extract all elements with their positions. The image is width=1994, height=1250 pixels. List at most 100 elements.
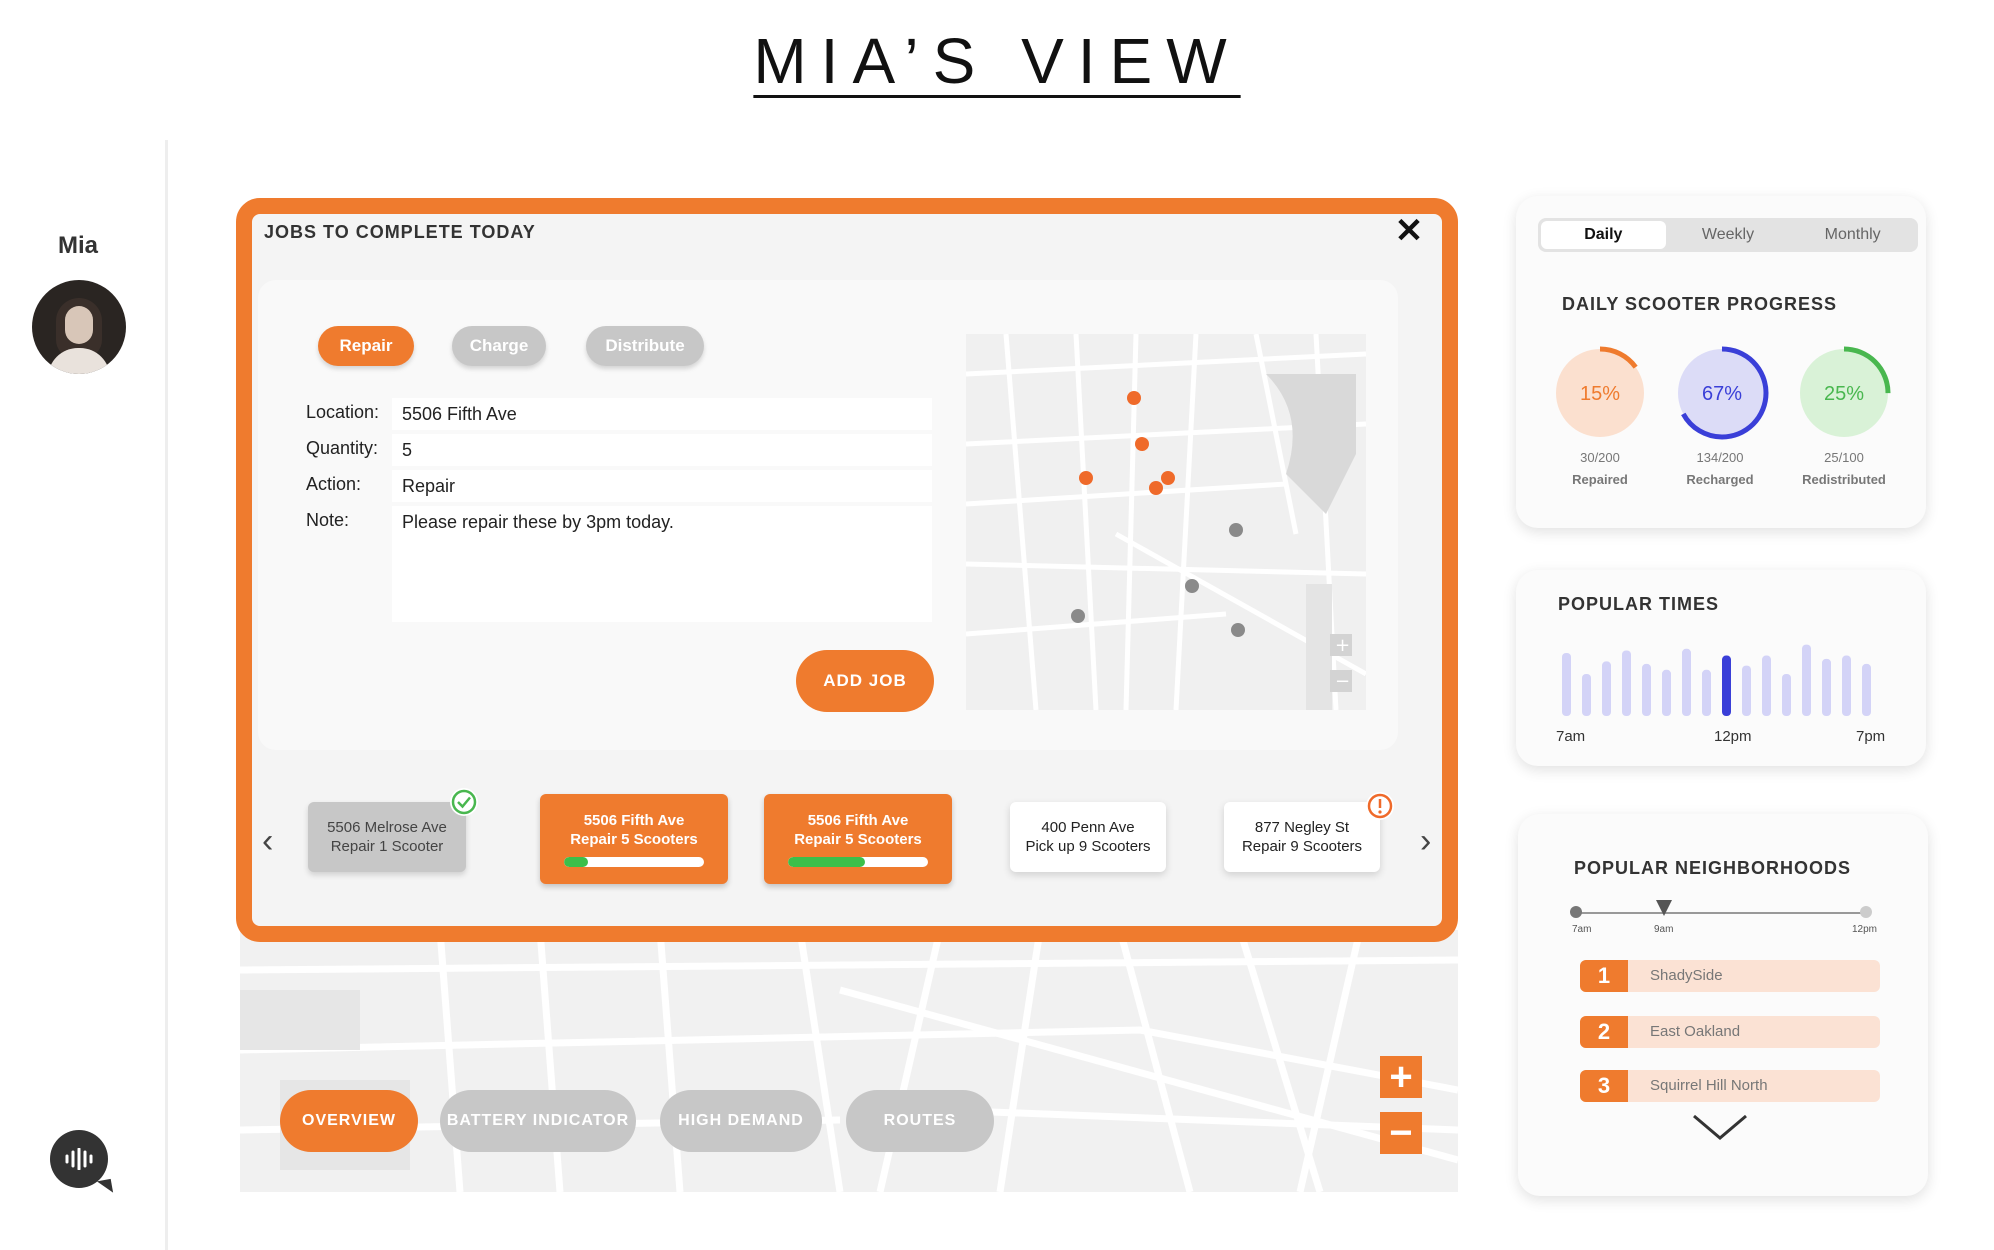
- queue-card-task: Repair 1 Scooter: [330, 838, 444, 855]
- time-slider-end[interactable]: [1860, 906, 1872, 918]
- neighborhood-rank: 2: [1580, 1016, 1628, 1048]
- popular-times-bar: [1742, 665, 1751, 716]
- note-field[interactable]: Please repair these by 3pm today.: [392, 506, 932, 622]
- ring-fraction: 25/100: [1824, 450, 1864, 465]
- queue-card[interactable]: 5506 Melrose Ave Repair 1 Scooter: [308, 802, 466, 872]
- queue-card[interactable]: 5506 Fifth Ave Repair 5 Scooters: [540, 794, 728, 884]
- popular-times-bar: [1702, 669, 1711, 716]
- popular-times-bar: [1862, 663, 1871, 716]
- user-name: Mia: [57, 232, 98, 259]
- progress-title: DAILY SCOOTER PROGRESS: [1562, 294, 1838, 314]
- popular-times-bar: [1602, 661, 1611, 716]
- queue-card-task: Repair 9 Scooters: [1241, 838, 1363, 855]
- ring-label: Recharged: [1686, 472, 1754, 487]
- add-job-button[interactable]: ADD JOB: [796, 650, 934, 712]
- queue-card-address: 5506 Fifth Ave: [583, 812, 685, 829]
- timeline-label: 7am: [1572, 924, 1592, 935]
- svg-text:+: +: [1335, 635, 1350, 656]
- time-slider-track[interactable]: [1576, 912, 1866, 914]
- queue-card[interactable]: 5506 Fifth Ave Repair 5 Scooters: [764, 794, 952, 884]
- voice-assistant-icon[interactable]: [50, 1130, 108, 1188]
- note-label: Note:: [306, 510, 350, 530]
- neighborhood-rank: 3: [1580, 1070, 1628, 1102]
- popular-times-bar: [1582, 674, 1591, 716]
- queue-card-address: 5506 Fifth Ave: [807, 812, 909, 829]
- neighborhood-rank: 1: [1580, 960, 1628, 992]
- queue-card-task: Pick up 9 Scooters: [1025, 838, 1151, 855]
- chevron-down-icon[interactable]: [1690, 1112, 1750, 1147]
- popular-times-bar: [1842, 655, 1851, 716]
- ring-label: Redistributed: [1802, 472, 1886, 487]
- job-progress-bar: [564, 857, 704, 867]
- avatar[interactable]: [32, 280, 126, 374]
- tab-repair[interactable]: Repair: [318, 326, 414, 366]
- queue-card[interactable]: 400 Penn Ave Pick up 9 Scooters: [1010, 802, 1166, 872]
- job-location-map[interactable]: + −: [966, 334, 1366, 710]
- queue-next-icon[interactable]: ›: [1420, 822, 1431, 861]
- popular-times-bar: [1822, 658, 1831, 716]
- popular-times-bar: [1802, 644, 1811, 716]
- neighborhoods-title: POPULAR NEIGHBORHOODS: [1574, 858, 1852, 878]
- queue-prev-icon[interactable]: ‹: [262, 822, 273, 861]
- neighborhood-item[interactable]: 3 Squirrel Hill North: [1580, 1070, 1880, 1102]
- mode-high-demand-button[interactable]: HIGH DEMAND: [660, 1090, 822, 1152]
- ring-percent: 25%: [1824, 383, 1864, 405]
- timeline-label: 12pm: [1852, 924, 1878, 935]
- action-label: Action:: [306, 474, 362, 494]
- queue-card-address: 877 Negley St: [1254, 819, 1350, 836]
- svg-text:−: −: [1335, 671, 1350, 692]
- jobs-title: JOBS TO COMPLETE TODAY: [264, 222, 536, 242]
- location-label: Location:: [306, 402, 380, 422]
- tab-charge[interactable]: Charge: [452, 326, 546, 366]
- overview-map[interactable]: [240, 930, 1458, 1192]
- popular-times-bar: [1682, 648, 1691, 716]
- neighborhood-item[interactable]: 2 East Oakland: [1580, 1016, 1880, 1048]
- ring-label: Repaired: [1572, 472, 1628, 487]
- neighborhood-name: East Oakland: [1650, 1023, 1741, 1040]
- queue-card-task: Repair 5 Scooters: [570, 831, 698, 848]
- tab-distribute[interactable]: Distribute: [586, 326, 704, 366]
- job-progress-bar: [788, 857, 928, 867]
- popular-times-chart: [1562, 644, 1871, 716]
- quantity-label: Quantity:: [306, 438, 379, 458]
- popular-times-bar: [1722, 655, 1731, 716]
- ring-percent: 15%: [1580, 383, 1620, 405]
- popular-times-bar: [1762, 655, 1771, 716]
- mode-overview-button[interactable]: OVERVIEW: [280, 1090, 418, 1152]
- progress-rings: 15% 67% 25%: [1553, 346, 1891, 440]
- queue-card[interactable]: 877 Negley St Repair 9 Scooters: [1224, 802, 1380, 872]
- period-toggle[interactable]: Daily Weekly Monthly: [1538, 218, 1918, 252]
- times-label-start: 7am: [1556, 728, 1586, 745]
- alert-icon: [1366, 792, 1394, 820]
- zoom-in-icon[interactable]: +: [1380, 1056, 1422, 1098]
- neighborhood-name: Squirrel Hill North: [1650, 1077, 1768, 1094]
- popular-times-bar: [1622, 650, 1631, 716]
- ring-fraction: 30/200: [1580, 450, 1620, 465]
- location-field[interactable]: 5506 Fifth Ave: [392, 398, 932, 430]
- popular-times-bar: [1782, 674, 1791, 716]
- quantity-field[interactable]: 5: [392, 434, 932, 466]
- popular-times-title: POPULAR TIMES: [1558, 594, 1720, 614]
- zoom-out-icon[interactable]: −: [1380, 1112, 1422, 1154]
- queue-card-address: 400 Penn Ave: [1041, 819, 1135, 836]
- timeline-label: 9am: [1654, 924, 1674, 935]
- times-label-mid: 12pm: [1714, 728, 1752, 745]
- neighborhood-name: ShadySide: [1650, 967, 1723, 984]
- time-slider-handle[interactable]: [1656, 900, 1672, 916]
- mode-routes-button[interactable]: ROUTES: [846, 1090, 994, 1152]
- period-monthly[interactable]: Monthly: [1790, 221, 1915, 249]
- popular-times-bar: [1562, 653, 1571, 716]
- close-icon[interactable]: ✕: [1392, 214, 1426, 248]
- action-field[interactable]: Repair: [392, 470, 932, 502]
- popular-times-bar: [1642, 663, 1651, 716]
- ring-fraction: 134/200: [1696, 450, 1744, 465]
- queue-card-address: 5506 Melrose Ave: [327, 819, 447, 836]
- time-slider-start[interactable]: [1570, 906, 1582, 918]
- page-title: MIA’S VIEW: [753, 25, 1241, 97]
- queue-card-task: Repair 5 Scooters: [794, 831, 922, 848]
- period-weekly[interactable]: Weekly: [1666, 221, 1791, 249]
- period-daily[interactable]: Daily: [1541, 221, 1666, 249]
- mode-battery-indicator-button[interactable]: BATTERY INDICATOR: [440, 1090, 636, 1152]
- ring-percent: 67%: [1702, 383, 1742, 405]
- neighborhood-item[interactable]: 1 ShadySide: [1580, 960, 1880, 992]
